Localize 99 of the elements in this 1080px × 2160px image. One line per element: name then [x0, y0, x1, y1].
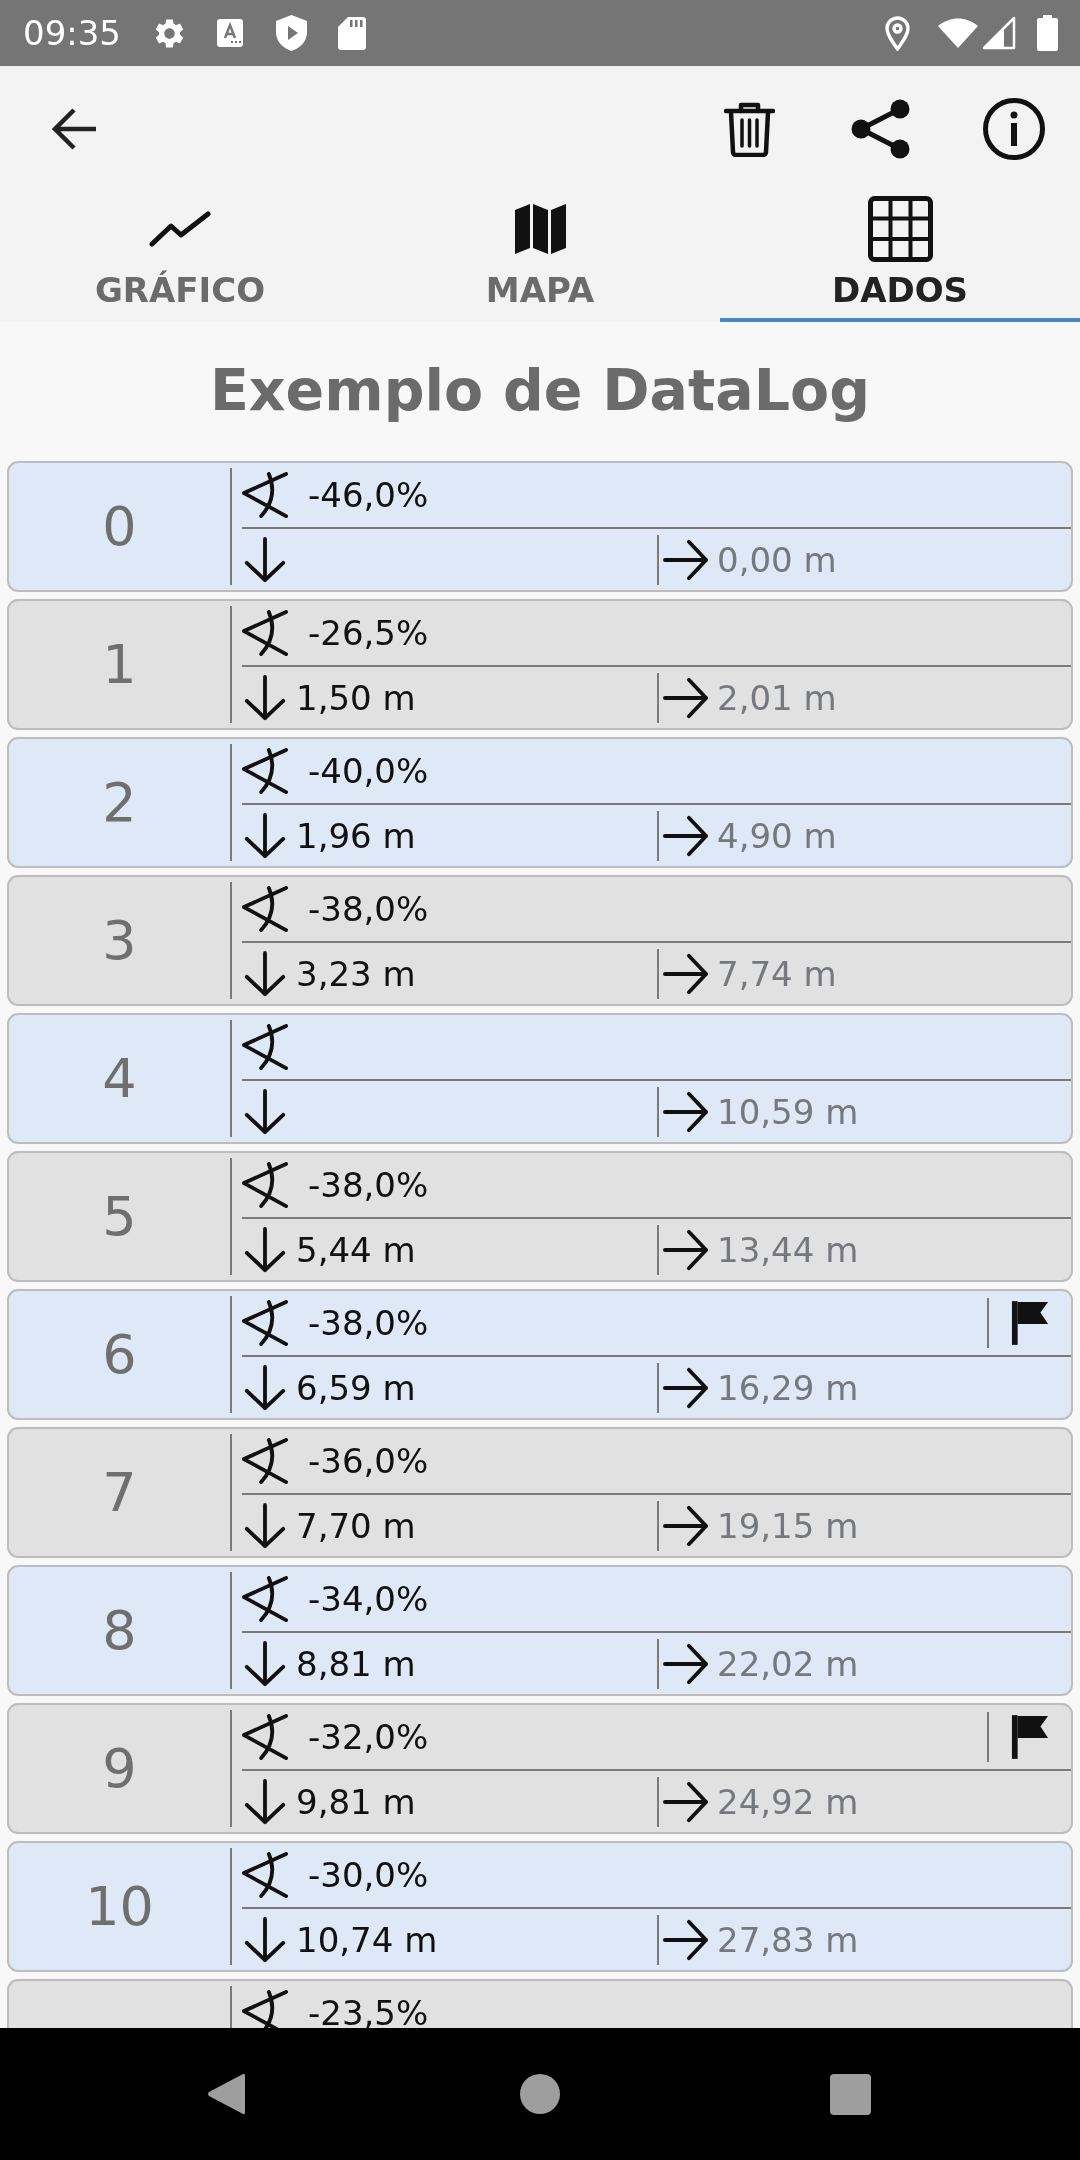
row-index: 0 — [102, 499, 137, 554]
slope-value: -46,0% — [308, 478, 429, 512]
slope-value: -38,0% — [308, 1168, 429, 1202]
log-row[interactable]: 0 -46,0% 0,00 m — [7, 461, 1073, 592]
grid-icon — [867, 196, 933, 262]
tab[interactable]: DADOS — [720, 192, 1080, 322]
row-index: 7 — [102, 1465, 137, 1520]
down-arrow-icon — [242, 674, 288, 721]
down-arrow-icon — [242, 950, 288, 997]
angle-icon — [242, 472, 288, 518]
share-icon — [851, 99, 910, 159]
horizontal-distance: 0,00 m — [717, 542, 837, 577]
vertical-distance: 5,44 m — [296, 1232, 416, 1267]
log-row[interactable]: 5 -38,0% 5,44 m 13,44 m — [7, 1151, 1073, 1282]
angle-icon — [242, 886, 288, 932]
angle-icon — [242, 1576, 288, 1622]
angle-icon — [242, 748, 288, 794]
horizontal-distance: 22,02 m — [717, 1646, 859, 1681]
back-triangle-icon — [207, 2072, 245, 2116]
log-row[interactable]: 10 -30,0% 10,74 m 27,83 m — [7, 1841, 1073, 1972]
down-arrow-icon — [242, 1640, 288, 1687]
status-time: 09:35 — [23, 16, 121, 50]
trash-icon — [724, 101, 775, 157]
row-index: 5 — [102, 1189, 137, 1244]
log-row[interactable]: 4 10,59 m — [7, 1013, 1073, 1144]
down-arrow-icon — [242, 1226, 288, 1273]
row-index: 8 — [102, 1603, 137, 1658]
angle-icon — [242, 1162, 288, 1208]
log-row[interactable]: 1 -26,5% 1,50 m 2,01 m — [7, 599, 1073, 730]
row-index: 2 — [102, 775, 137, 830]
location-icon — [885, 15, 910, 51]
horizontal-distance: 24,92 m — [717, 1784, 859, 1819]
slope-value: -32,0% — [308, 1720, 429, 1754]
down-arrow-icon — [242, 1778, 288, 1825]
battery-icon — [1037, 15, 1058, 51]
log-row[interactable]: 9 -32,0% 9,81 m 24,92 m — [7, 1703, 1073, 1834]
vertical-distance: 3,23 m — [296, 956, 416, 991]
slope-value: -40,0% — [308, 754, 429, 788]
vertical-distance: 7,70 m — [296, 1508, 416, 1543]
down-arrow-icon — [242, 1916, 288, 1963]
log-row[interactable]: 2 -40,0% 1,96 m 4,90 m — [7, 737, 1073, 868]
horizontal-distance: 16,29 m — [717, 1370, 859, 1405]
down-arrow-icon — [242, 1364, 288, 1411]
row-index: 1 — [102, 637, 137, 692]
angle-icon — [242, 610, 288, 656]
nav-home-button[interactable] — [520, 2074, 560, 2114]
keyboard-a-icon — [217, 19, 243, 47]
horizontal-distance: 7,74 m — [717, 956, 837, 991]
vertical-distance: 6,59 m — [296, 1370, 416, 1405]
log-row[interactable]: 6 -38,0% 6,59 m 16,29 m — [7, 1289, 1073, 1420]
back-arrow-icon — [52, 106, 98, 152]
slope-value: -36,0% — [308, 1444, 429, 1478]
horizontal-distance: 13,44 m — [717, 1232, 859, 1267]
sd-card-icon — [338, 16, 366, 50]
horizontal-distance: 27,83 m — [717, 1922, 859, 1957]
vertical-distance: 1,96 m — [296, 818, 416, 853]
map-icon — [514, 204, 566, 254]
log-row[interactable]: 3 -38,0% 3,23 m 7,74 m — [7, 875, 1073, 1006]
down-arrow-icon — [242, 1088, 288, 1135]
slope-value: -30,0% — [308, 1858, 429, 1892]
cell-signal-icon — [982, 16, 1016, 50]
slope-value: -26,5% — [308, 616, 429, 650]
angle-icon — [242, 1438, 288, 1484]
row-index: 3 — [102, 913, 137, 968]
log-row[interactable]: 7 -36,0% 7,70 m 19,15 m — [7, 1427, 1073, 1558]
slope-value: -38,0% — [308, 892, 429, 926]
info-icon — [983, 98, 1045, 160]
down-arrow-icon — [242, 1502, 288, 1549]
vertical-distance: 8,81 m — [296, 1646, 416, 1681]
log-row[interactable]: 8 -34,0% 8,81 m 22,02 m — [7, 1565, 1073, 1696]
angle-icon — [242, 1990, 288, 2028]
down-arrow-icon — [242, 536, 288, 583]
horizontal-distance: 4,90 m — [717, 818, 837, 853]
row-index: 6 — [102, 1327, 137, 1382]
nav-back-button[interactable] — [207, 2072, 245, 2116]
vertical-distance: 9,81 m — [296, 1784, 416, 1819]
slope-value: -38,0% — [308, 1306, 429, 1340]
horizontal-distance: 10,59 m — [717, 1094, 859, 1129]
nav-recents-button[interactable] — [830, 2073, 871, 2115]
line-chart-icon — [149, 211, 211, 247]
shield-play-icon — [276, 15, 307, 51]
tab[interactable]: GRÁFICO — [0, 192, 360, 322]
recents-square-icon — [830, 2073, 871, 2115]
horizontal-distance: 19,15 m — [717, 1508, 859, 1543]
horizontal-distance: 2,01 m — [717, 680, 837, 715]
row-index: 4 — [102, 1051, 137, 1106]
wifi-icon — [938, 18, 978, 48]
vertical-distance: 1,50 m — [296, 680, 416, 715]
angle-icon — [242, 1852, 288, 1898]
row-index: 9 — [102, 1741, 137, 1796]
angle-icon — [242, 1714, 288, 1760]
home-circle-icon — [520, 2074, 560, 2114]
slope-value: -34,0% — [308, 1582, 429, 1616]
row-index: 10 — [85, 1879, 154, 1934]
tab[interactable]: MAPA — [360, 192, 720, 322]
angle-icon — [242, 1024, 288, 1070]
down-arrow-icon — [242, 812, 288, 859]
angle-icon — [242, 1300, 288, 1346]
vertical-distance: 10,74 m — [296, 1922, 438, 1957]
